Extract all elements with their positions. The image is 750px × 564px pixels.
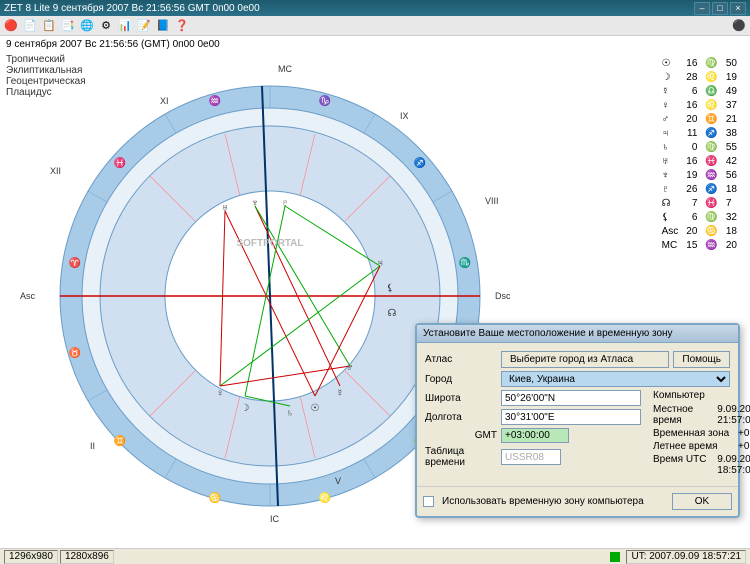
local-value: 9.09.2007 21:57:01 (717, 404, 750, 426)
label-viii: VIII (485, 196, 499, 206)
status-ut: UT: 2007.09.09 18:57:21 (626, 550, 746, 564)
lat-label: Широта (425, 393, 497, 404)
svg-text:♄: ♄ (286, 408, 294, 419)
svg-text:♓: ♓ (114, 156, 126, 169)
svg-text:⚸: ⚸ (386, 283, 393, 294)
toolbar-icon-2[interactable]: 📄 (22, 18, 38, 34)
svg-text:♀: ♀ (216, 388, 224, 399)
svg-text:♆: ♆ (251, 198, 259, 209)
window-titlebar: ZET 8 Lite 9 сентября 2007 Вс 21:56:56 G… (0, 0, 750, 16)
computer-heading: Компьютер (653, 390, 750, 401)
svg-text:♌: ♌ (319, 491, 331, 504)
svg-text:♊: ♊ (114, 434, 126, 447)
status-indicator-icon (610, 552, 620, 562)
minimize-button[interactable]: – (694, 2, 710, 15)
status-dim2: 1280x896 (60, 550, 114, 564)
table-input[interactable] (501, 449, 561, 465)
label-xii: XII (50, 166, 61, 176)
toolbar-icon-3[interactable]: 📋 (41, 18, 57, 34)
maximize-button[interactable]: □ (712, 2, 728, 15)
dialog-title[interactable]: Установите Ваше местоположение и временн… (417, 325, 738, 343)
lon-label: Долгота (425, 412, 497, 423)
position-row: ⚸6♍32 (659, 212, 740, 224)
toolbar: 🔴 📄 📋 📑 🌐 ⚙ 📊 📝 📘 ❓ ⚫ (0, 16, 750, 36)
svg-text:☊: ☊ (388, 308, 397, 319)
position-row: ♆19♒56 (659, 170, 740, 182)
toolbar-icon-4[interactable]: 📑 (60, 18, 76, 34)
toolbar-icon-9[interactable]: 📘 (155, 18, 171, 34)
atlas-label: Атлас (425, 354, 497, 365)
utc-label: Время UTC (653, 454, 717, 476)
svg-text:♈: ♈ (69, 256, 81, 269)
toolbar-icon-10[interactable]: ❓ (174, 18, 190, 34)
position-row: ♀16♌37 (659, 100, 740, 112)
gmt-value[interactable]: +03:00:00 (501, 428, 569, 443)
svg-text:☽: ☽ (241, 403, 250, 414)
location-dialog: Установите Ваше местоположение и временн… (415, 323, 740, 518)
label-xi: XI (160, 96, 169, 106)
window-title: ZET 8 Lite 9 сентября 2007 Вс 21:56:56 G… (4, 3, 260, 14)
position-row: ♅16♓42 (659, 156, 740, 168)
toolbar-icon-right[interactable]: ⚫ (731, 18, 747, 34)
position-row: ☿6♎49 (659, 86, 740, 98)
planet-positions-table: ☉16♍50 ☽28♌19 ☿6♎49 ♀16♌37 ♂20♊21 ♃11♐38 ♄0♍55… (657, 56, 742, 254)
svg-text:♂: ♂ (346, 363, 354, 374)
label-ic: IC (270, 514, 279, 524)
tz-label: Временная зона (653, 428, 738, 439)
use-computer-label: Использовать временную зону компьютера (442, 496, 644, 507)
watermark: SOFTPORTAL (236, 238, 303, 249)
label-ix: IX (400, 111, 409, 121)
label-mc: MC (278, 64, 292, 74)
local-label: Местное время (653, 404, 717, 426)
tz-value: +02:00 (738, 428, 750, 439)
lon-input[interactable] (501, 409, 641, 425)
label-ii: II (90, 441, 95, 451)
position-row: ♃11♐38 (659, 128, 740, 140)
position-row: Asc20♋18 (659, 226, 740, 238)
statusbar: 1296x980 1280x896 UT: 2007.09.09 18:57:2… (0, 548, 750, 564)
position-row: MC15♒20 (659, 240, 740, 252)
svg-text:☉: ☉ (311, 403, 320, 414)
svg-text:♏: ♏ (459, 256, 471, 269)
ok-button[interactable]: OK (672, 493, 732, 510)
content-area: 9 сентября 2007 Вс 21:56:56 (GMT) 0п00 0… (0, 36, 750, 548)
gmt-label: GMT (425, 430, 497, 441)
atlas-button[interactable]: Выберите город из Атласа (501, 351, 669, 368)
use-computer-checkbox[interactable] (423, 496, 434, 507)
svg-text:♒: ♒ (209, 94, 221, 107)
position-row: ☉16♍50 (659, 58, 740, 70)
toolbar-icon-1[interactable]: 🔴 (3, 18, 19, 34)
lat-input[interactable] (501, 390, 641, 406)
close-button[interactable]: × (730, 2, 746, 15)
position-row: ☽28♌19 (659, 72, 740, 84)
help-button[interactable]: Помощь (673, 351, 730, 368)
toolbar-icon-6[interactable]: ⚙ (98, 18, 114, 34)
position-row: ♂20♊21 (659, 114, 740, 126)
label-v: V (335, 476, 341, 486)
utc-value: 9.09.2007 18:57:01 (717, 454, 750, 476)
toolbar-icon-8[interactable]: 📝 (136, 18, 152, 34)
table-label: Таблица времени (425, 446, 497, 468)
svg-text:♉: ♉ (69, 346, 81, 359)
status-dim1: 1296x980 (4, 550, 58, 564)
dst-label: Летнее время (653, 441, 738, 452)
position-row: ☊7♓7 (659, 198, 740, 210)
position-row: ♄0♍55 (659, 142, 740, 154)
svg-text:♋: ♋ (209, 491, 221, 504)
toolbar-icon-5[interactable]: 🌐 (79, 18, 95, 34)
window-controls: – □ × (694, 2, 746, 15)
city-select[interactable]: Киев, Украина (501, 371, 730, 387)
label-dsc: Dsc (495, 291, 511, 301)
label-asc: Asc (20, 291, 35, 301)
svg-text:☿: ☿ (336, 388, 344, 399)
position-row: ♇26♐18 (659, 184, 740, 196)
svg-text:♐: ♐ (414, 156, 426, 169)
city-label: Город (425, 374, 497, 385)
chart-header-info: 9 сентября 2007 Вс 21:56:56 (GMT) 0п00 0… (6, 39, 220, 50)
svg-text:♑: ♑ (319, 94, 331, 107)
dst-value: +01:00 (738, 441, 750, 452)
toolbar-icon-7[interactable]: 📊 (117, 18, 133, 34)
setting-zodiac: Тропический (6, 54, 86, 65)
